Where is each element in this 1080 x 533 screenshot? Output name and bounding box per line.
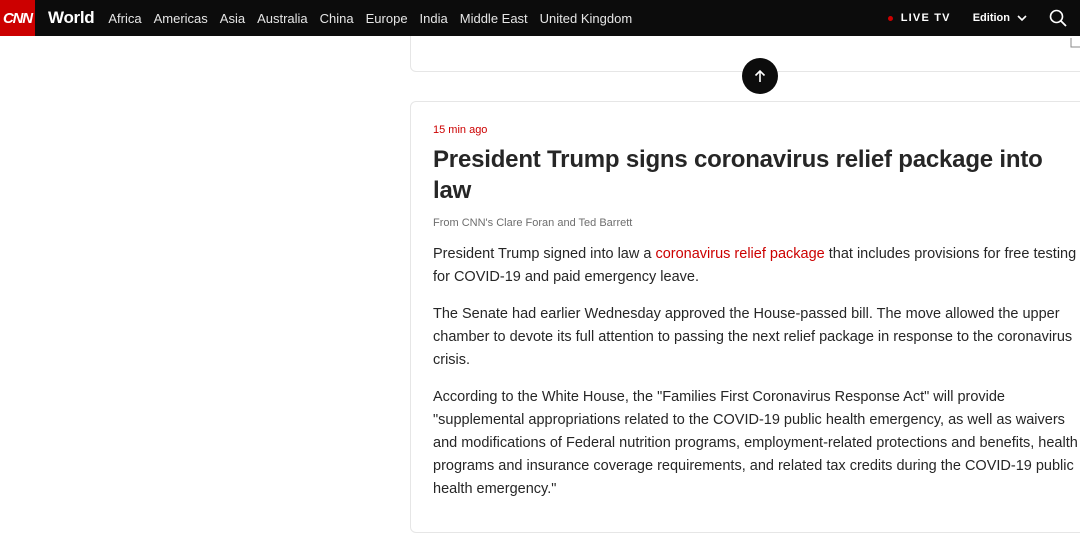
paragraph-1-text-before: President Trump signed into law a <box>433 246 656 262</box>
expand-icon[interactable] <box>1070 36 1080 48</box>
back-to-top-button[interactable] <box>742 58 778 94</box>
live-dot-icon <box>887 15 893 21</box>
chevron-down-icon <box>1017 14 1027 21</box>
nav-item-africa[interactable]: Africa <box>108 11 141 26</box>
nav-item-india[interactable]: India <box>420 11 448 26</box>
search-icon <box>1049 9 1067 27</box>
post-headline: President Trump signs coronavirus relief… <box>433 146 1043 204</box>
region-nav: Africa Americas Asia Australia China Eur… <box>102 11 638 26</box>
post-timestamp: 15 min ago <box>433 124 488 136</box>
post-body: 15 min ago President Trump signs coronav… <box>433 124 1080 515</box>
nav-item-europe[interactable]: Europe <box>366 11 408 26</box>
paragraph-3: According to the White House, the "Famil… <box>433 389 1078 497</box>
nav-item-united-kingdom[interactable]: United Kingdom <box>540 11 633 26</box>
nav-right-controls: LIVE TV Edition <box>887 0 1080 36</box>
live-update-card: 15 min ago President Trump signs coronav… <box>410 101 1080 533</box>
paragraph-1: President Trump signed into law a corona… <box>433 243 1080 289</box>
edition-menu[interactable]: Edition <box>973 12 1027 24</box>
live-tv-label: LIVE TV <box>900 12 951 24</box>
cnn-logo[interactable]: CNN <box>0 0 35 36</box>
nav-item-middle-east[interactable]: Middle East <box>460 11 528 26</box>
paragraph-2: The Senate had earlier Wednesday approve… <box>433 306 1073 368</box>
live-tv-link[interactable]: LIVE TV <box>887 12 951 24</box>
edition-label: Edition <box>972 12 1010 24</box>
nav-item-china[interactable]: China <box>320 11 354 26</box>
arrow-up-icon <box>754 69 766 82</box>
nav-item-australia[interactable]: Australia <box>257 11 308 26</box>
section-title[interactable]: World <box>48 8 95 28</box>
nav-item-americas[interactable]: Americas <box>154 11 208 26</box>
relief-package-link[interactable]: coronavirus relief package <box>655 246 824 262</box>
post-byline: From CNN's Clare Foran and Ted Barrett <box>433 217 633 229</box>
nav-item-asia[interactable]: Asia <box>220 11 245 26</box>
search-button[interactable] <box>1049 9 1067 27</box>
top-navigation-bar: CNN World Africa Americas Asia Australia… <box>0 0 1080 36</box>
